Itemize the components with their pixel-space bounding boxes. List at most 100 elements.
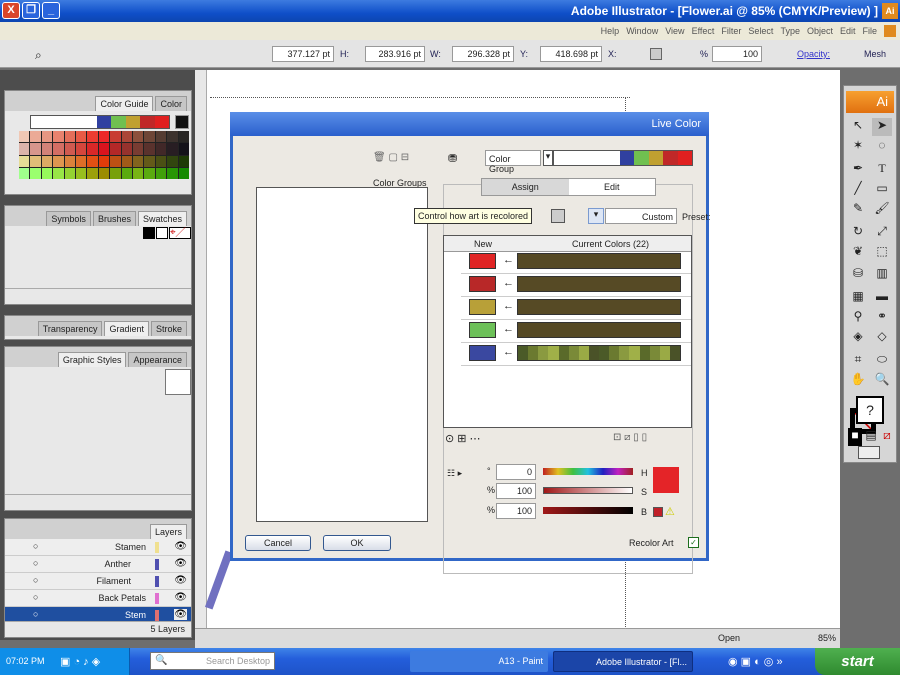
pen-icon[interactable]: ✒	[848, 161, 868, 179]
brush-icon[interactable]: 🖌	[872, 201, 892, 219]
color-variation-swatch[interactable]	[41, 131, 53, 143]
new-color-swatch[interactable]	[469, 345, 496, 361]
color-variation-swatch[interactable]	[110, 167, 121, 179]
status-text[interactable]: Open	[718, 633, 740, 643]
search-icon[interactable]: 🔍	[155, 655, 167, 666]
color-variation-swatch[interactable]	[64, 155, 75, 167]
tab-color-guide[interactable]: Color Guide	[95, 96, 154, 111]
color-variation-swatch[interactable]	[64, 143, 75, 155]
color-variation-swatch[interactable]	[19, 143, 30, 155]
tab-swatches[interactable]: Swatches	[137, 211, 187, 226]
color-variation-swatch[interactable]	[132, 143, 144, 155]
transform-icon[interactable]	[650, 48, 662, 60]
scale-icon[interactable]: ⤢	[872, 224, 892, 242]
tab-stroke[interactable]: Stroke	[150, 321, 187, 336]
warp-icon[interactable]: ❦	[848, 244, 868, 262]
recolor-options-button[interactable]	[551, 209, 565, 223]
menu-object[interactable]: Object	[807, 26, 833, 36]
style-icon[interactable]: ⌕	[35, 48, 42, 63]
color-variation-swatch[interactable]	[121, 167, 132, 179]
color-variation-swatch[interactable]	[41, 143, 53, 155]
x-field[interactable]: 418.698 pt	[540, 46, 602, 62]
task-illustrator[interactable]: Adobe Illustrator - [Fl...	[553, 651, 693, 672]
harmony-color[interactable]	[677, 151, 692, 165]
slice-icon[interactable]: ⌗	[848, 352, 868, 370]
color-variation-swatch[interactable]	[167, 143, 178, 155]
color-variation-swatch[interactable]	[167, 131, 178, 143]
color-variation-swatch[interactable]	[110, 155, 121, 167]
tab-gradient[interactable]: Gradient	[104, 321, 149, 336]
h-field[interactable]: 0	[496, 464, 536, 480]
arrow-icon[interactable]: ←	[503, 277, 514, 289]
line-icon[interactable]: ╱	[848, 181, 868, 199]
restore-button[interactable]: ❐	[22, 2, 40, 19]
target-circle-icon[interactable]: ○	[33, 592, 38, 602]
harmony-color[interactable]	[634, 151, 649, 165]
row-tools-icons[interactable]: ⊡ ⧄ ▯ ▯	[613, 432, 647, 443]
color-variation-swatch[interactable]	[75, 155, 87, 167]
gradient-icon[interactable]: ▬	[872, 289, 892, 307]
arrow-icon[interactable]: ←	[503, 254, 514, 266]
color-variation-swatch[interactable]	[121, 143, 132, 155]
eyedropper-icon[interactable]: ⚲	[848, 309, 868, 327]
color-variation-swatch[interactable]	[87, 131, 98, 143]
hand-icon[interactable]: ✋	[848, 372, 868, 390]
type-icon[interactable]: T	[872, 161, 892, 179]
harmony-color[interactable]	[619, 151, 635, 165]
layer-row[interactable]: 👁 Filament ○	[5, 573, 191, 590]
color-tools-icons[interactable]: ⊙ ⊞ ⋯	[445, 432, 481, 445]
color-variation-swatch[interactable]	[53, 143, 64, 155]
menu-file[interactable]: File	[862, 26, 877, 36]
color-variation-swatch[interactable]	[98, 131, 110, 143]
fill-swatch[interactable]: ?	[856, 396, 884, 424]
vertical-scrollbar[interactable]	[195, 70, 207, 628]
pencil-icon[interactable]: ✎	[848, 201, 868, 219]
current-color-bar[interactable]	[517, 276, 681, 292]
color-variation-swatch[interactable]	[178, 131, 189, 143]
screen-mode-icon[interactable]	[858, 446, 880, 459]
color-variation-swatch[interactable]	[87, 143, 98, 155]
color-variation-swatch[interactable]	[144, 131, 155, 143]
color-variation-swatch[interactable]	[64, 131, 75, 143]
color-variation-swatch[interactable]	[132, 167, 144, 179]
default-style-swatch[interactable]	[165, 369, 191, 395]
cancel-button[interactable]: Cancel	[245, 535, 311, 551]
b-field[interactable]: 100	[496, 503, 536, 519]
color-variation-swatch[interactable]	[75, 131, 87, 143]
harmony-color[interactable]	[96, 116, 112, 128]
color-variation-swatch[interactable]	[98, 155, 110, 167]
color-variation-swatch[interactable]	[155, 131, 167, 143]
harmony-bar[interactable]	[30, 115, 170, 129]
menu-edit[interactable]: Edit	[840, 26, 856, 36]
harmony-color[interactable]	[648, 151, 664, 165]
color-variation-swatch[interactable]	[30, 143, 41, 155]
color-variation-swatch[interactable]	[30, 131, 41, 143]
current-color-bar[interactable]	[517, 322, 681, 338]
tab-transparency[interactable]: Transparency	[37, 321, 103, 336]
free-transform-icon[interactable]: ⬚	[872, 244, 892, 262]
visibility-eye-icon[interactable]: 👁	[174, 609, 187, 620]
harmony-color[interactable]	[154, 116, 169, 128]
color-variation-swatch[interactable]	[19, 167, 30, 179]
color-variation-swatch[interactable]	[167, 155, 178, 167]
menu-help[interactable]: Help	[601, 26, 620, 36]
y-field[interactable]: 296.328 pt	[452, 46, 514, 62]
zoom-level[interactable]: 85%	[818, 633, 836, 643]
color-variation-swatch[interactable]	[19, 131, 30, 143]
color-mode-menu-icon[interactable]: ☷ ▸	[447, 468, 462, 479]
selection-icon[interactable]: ➤	[872, 118, 892, 136]
visibility-eye-icon[interactable]: 👁	[174, 575, 187, 586]
preset-select[interactable]: Custom	[605, 208, 677, 224]
target-circle-icon[interactable]: ○	[33, 575, 38, 585]
search-desktop-input[interactable]: Search Desktop	[150, 652, 275, 670]
zoom-icon[interactable]: 🔍	[872, 372, 892, 390]
group-tools-icons[interactable]: 🗑 ▢ ⊟	[373, 152, 409, 163]
symbol-sprayer-icon[interactable]: ⛁	[848, 266, 868, 284]
tray-icons[interactable]: ▣ ◔ ♪ ◈	[60, 655, 100, 668]
arrow-icon[interactable]: ←	[503, 300, 514, 312]
task-paint[interactable]: A13 - Paint	[410, 651, 548, 672]
swatch-none[interactable]: ⌖╱	[169, 227, 191, 239]
tab-layers[interactable]: Layers	[149, 524, 187, 539]
color-group-name[interactable]: Color Group	[485, 150, 541, 174]
color-variation-swatch[interactable]	[155, 143, 167, 155]
